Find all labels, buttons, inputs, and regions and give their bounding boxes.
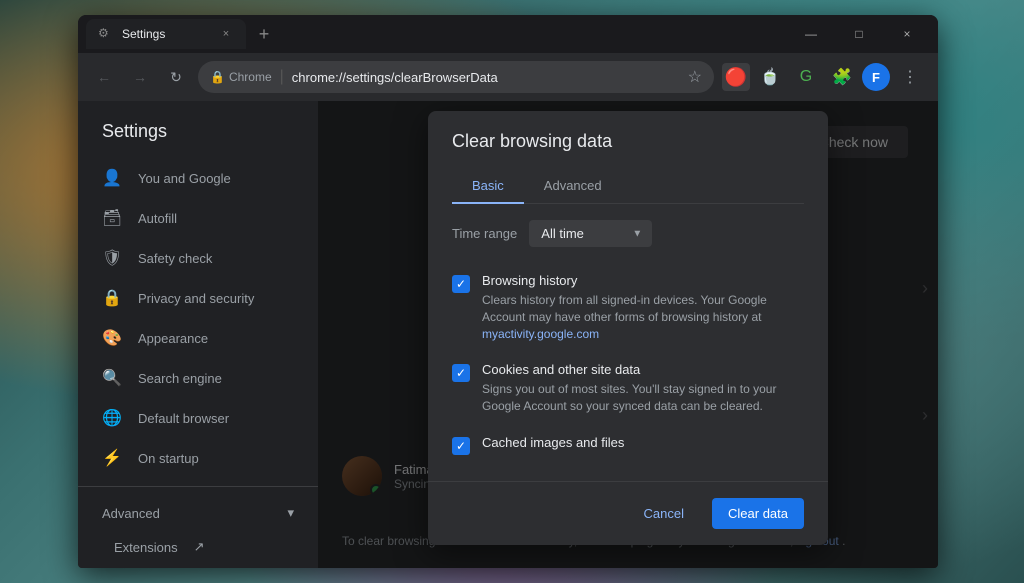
privacy-icon: 🔒 bbox=[102, 288, 122, 308]
url-bar[interactable]: 🔒 Chrome | chrome://settings/clearBrowse… bbox=[198, 61, 714, 93]
clear-data-button[interactable]: Clear data bbox=[712, 498, 804, 529]
option-cookies-title: Cookies and other site data bbox=[482, 362, 804, 377]
dialog-title: Clear browsing data bbox=[452, 131, 804, 152]
menu-button[interactable]: ⋮ bbox=[894, 61, 926, 93]
modal-backdrop: Clear browsing data Basic Advanced Time … bbox=[318, 101, 938, 568]
dialog-footer: Cancel Clear data bbox=[428, 481, 828, 545]
sidebar-item-default-browser[interactable]: 🌐 Default browser bbox=[78, 398, 318, 438]
shield-icon: 🛡 bbox=[102, 248, 122, 268]
new-tab-button[interactable]: + bbox=[250, 20, 278, 48]
time-range-row: Time range Last hour Last 24 hours Last … bbox=[428, 220, 828, 263]
options-scroll: Browsing history Clears history from all… bbox=[428, 263, 828, 465]
sidebar-label-on-startup: On startup bbox=[138, 451, 199, 466]
option-browsing-history-title: Browsing history bbox=[482, 273, 804, 288]
dialog-header: Clear browsing data Basic Advanced bbox=[428, 111, 828, 204]
profile-icon[interactable]: F bbox=[862, 63, 890, 91]
page-area: Check now › › Fatima Wahab Syncing to fa… bbox=[318, 101, 938, 568]
sidebar-item-about-chrome[interactable]: About Chrome bbox=[78, 563, 318, 568]
sidebar-label-autofill: Autofill bbox=[138, 211, 177, 226]
tab-title: Settings bbox=[122, 27, 210, 41]
sidebar-advanced-label: Advanced bbox=[102, 506, 160, 521]
forward-button[interactable]: → bbox=[126, 63, 154, 91]
option-cached: Cached images and files bbox=[452, 425, 804, 465]
checkbox-browsing-history[interactable] bbox=[452, 275, 470, 293]
browser-brand: Chrome bbox=[229, 70, 272, 84]
external-link-icon: ↗ bbox=[194, 539, 205, 555]
sidebar-divider bbox=[78, 486, 318, 487]
option-cached-title: Cached images and files bbox=[482, 435, 804, 450]
sidebar-item-extensions[interactable]: Extensions ↗ bbox=[78, 531, 318, 563]
option-cookies-desc: Signs you out of most sites. You'll stay… bbox=[482, 381, 804, 415]
main-content: Settings 👤 You and Google 🗃 Autofill 🛡 S… bbox=[78, 101, 938, 568]
extensions-button[interactable]: 🧩 bbox=[826, 61, 858, 93]
person-icon: 👤 bbox=[102, 168, 122, 188]
myactivity-link[interactable]: myactivity.google.com bbox=[482, 327, 599, 341]
settings-tab-icon: ⚙ bbox=[98, 26, 114, 42]
sidebar-label-default-browser: Default browser bbox=[138, 411, 229, 426]
lock-icon: 🔒 bbox=[210, 70, 225, 84]
title-bar: ⚙ Settings × + — □ × bbox=[78, 15, 938, 53]
sidebar-item-you-and-google[interactable]: 👤 You and Google bbox=[78, 158, 318, 198]
sidebar-item-appearance[interactable]: 🎨 Appearance bbox=[78, 318, 318, 358]
sidebar-item-search-engine[interactable]: 🔍 Search engine bbox=[78, 358, 318, 398]
url-text: chrome://settings/clearBrowserData bbox=[292, 70, 498, 85]
option-cached-text: Cached images and files bbox=[482, 435, 804, 455]
url-separator: | bbox=[280, 68, 284, 86]
startup-icon: ⚡ bbox=[102, 448, 122, 468]
option-browsing-history-text: Browsing history Clears history from all… bbox=[482, 273, 804, 342]
toolbar-icons: 🔴 🍵 G 🧩 F ⋮ bbox=[722, 61, 926, 93]
browser-tab[interactable]: ⚙ Settings × bbox=[86, 19, 246, 49]
dialog-body: Time range Last hour Last 24 hours Last … bbox=[428, 204, 828, 481]
tab-advanced[interactable]: Advanced bbox=[524, 168, 622, 203]
tab-basic[interactable]: Basic bbox=[452, 168, 524, 203]
cancel-button[interactable]: Cancel bbox=[628, 498, 700, 529]
close-button[interactable]: × bbox=[884, 19, 930, 49]
tab-close-button[interactable]: × bbox=[218, 26, 234, 42]
back-button[interactable]: ← bbox=[90, 63, 118, 91]
extension-icon-3[interactable]: G bbox=[790, 61, 822, 93]
sidebar-item-safety-check[interactable]: 🛡 Safety check bbox=[78, 238, 318, 278]
extension-icon-2[interactable]: 🍵 bbox=[754, 61, 786, 93]
time-range-label: Time range bbox=[452, 226, 517, 241]
sidebar-item-privacy[interactable]: 🔒 Privacy and security bbox=[78, 278, 318, 318]
time-range-select[interactable]: Last hour Last 24 hours Last 7 days Last… bbox=[529, 220, 652, 247]
option-browsing-history-desc: Clears history from all signed-in device… bbox=[482, 292, 804, 342]
sidebar-item-on-startup[interactable]: ⚡ On startup bbox=[78, 438, 318, 478]
sidebar-label-appearance: Appearance bbox=[138, 331, 208, 346]
option-cookies: Cookies and other site data Signs you ou… bbox=[452, 352, 804, 425]
security-icon: 🔒 Chrome bbox=[210, 70, 272, 84]
option-browsing-history: Browsing history Clears history from all… bbox=[452, 263, 804, 352]
checkbox-cookies[interactable] bbox=[452, 364, 470, 382]
search-icon: 🔍 bbox=[102, 368, 122, 388]
appearance-icon: 🎨 bbox=[102, 328, 122, 348]
browser-icon: 🌐 bbox=[102, 408, 122, 428]
sidebar-label-extensions: Extensions bbox=[114, 540, 178, 555]
sidebar-label-safety-check: Safety check bbox=[138, 251, 212, 266]
minimize-button[interactable]: — bbox=[788, 19, 834, 49]
checkbox-cached[interactable] bbox=[452, 437, 470, 455]
bookmark-icon[interactable]: ☆ bbox=[688, 67, 702, 87]
clear-browsing-data-dialog: Clear browsing data Basic Advanced Time … bbox=[428, 111, 828, 545]
address-bar: ← → ↻ 🔒 Chrome | chrome://settings/clear… bbox=[78, 53, 938, 101]
autofill-icon: 🗃 bbox=[102, 208, 122, 228]
sidebar-title: Settings bbox=[78, 121, 318, 158]
maximize-button[interactable]: □ bbox=[836, 19, 882, 49]
browser-window: ⚙ Settings × + — □ × ← → ↻ 🔒 Chrome | ch… bbox=[78, 15, 938, 568]
sidebar-label-search-engine: Search engine bbox=[138, 371, 222, 386]
dialog-tabs: Basic Advanced bbox=[452, 168, 804, 204]
sidebar: Settings 👤 You and Google 🗃 Autofill 🛡 S… bbox=[78, 101, 318, 568]
sidebar-item-autofill[interactable]: 🗃 Autofill bbox=[78, 198, 318, 238]
sidebar-advanced-expand-icon: ▾ bbox=[287, 505, 294, 521]
extension-icon-1[interactable]: 🔴 bbox=[722, 63, 750, 91]
sidebar-label-privacy: Privacy and security bbox=[138, 291, 254, 306]
window-controls: — □ × bbox=[788, 19, 930, 49]
sidebar-advanced-section[interactable]: Advanced ▾ bbox=[78, 495, 318, 531]
option-cookies-text: Cookies and other site data Signs you ou… bbox=[482, 362, 804, 415]
time-range-select-wrapper: Last hour Last 24 hours Last 7 days Last… bbox=[529, 220, 652, 247]
refresh-button[interactable]: ↻ bbox=[162, 63, 190, 91]
sidebar-label-you-and-google: You and Google bbox=[138, 171, 231, 186]
